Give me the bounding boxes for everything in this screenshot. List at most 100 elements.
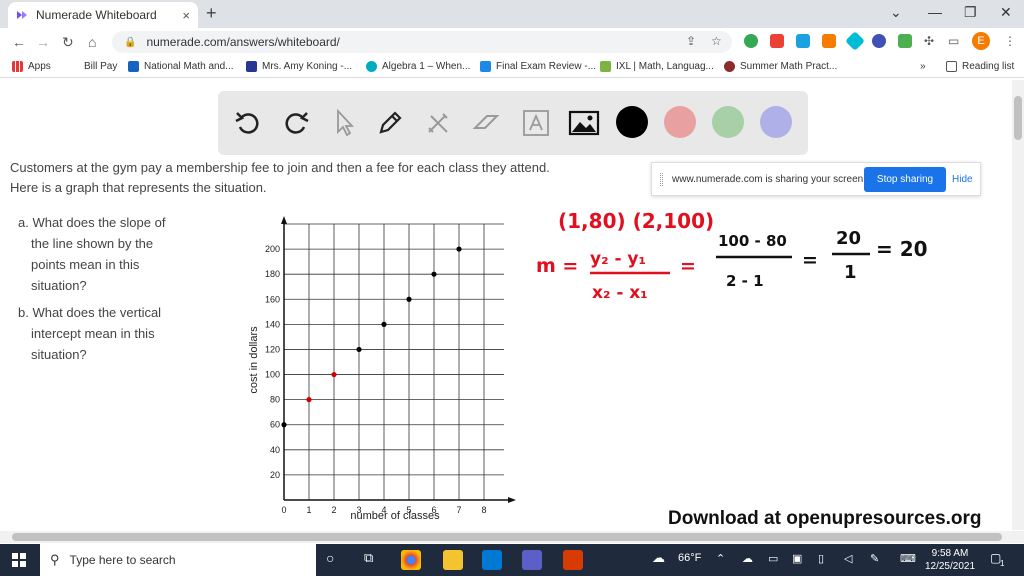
weather-icon[interactable]: ☁	[652, 550, 665, 566]
x-axis-label: number of classes	[350, 510, 440, 522]
x-tick-label: 8	[481, 505, 486, 515]
task-view-icon[interactable]: ⧉	[364, 550, 373, 566]
tab-numerade-whiteboard[interactable]: Numerade Whiteboard ×	[8, 2, 198, 28]
extension-icon[interactable]	[744, 34, 758, 48]
weather-temp[interactable]: 66°F	[678, 552, 701, 564]
bookmark-national-math[interactable]: National Math and...	[128, 61, 234, 72]
data-point	[431, 271, 437, 277]
hide-button[interactable]: Hide	[952, 174, 973, 185]
address-bar[interactable]: 🔒 numerade.com/answers/whiteboard/	[112, 31, 732, 53]
undo-icon[interactable]	[230, 105, 266, 141]
vertical-scrollbar[interactable]	[1012, 80, 1024, 530]
windows-start-icon[interactable]	[12, 553, 26, 567]
store-icon[interactable]	[482, 550, 502, 570]
chrome-icon[interactable]	[401, 550, 421, 570]
bookmark-mrs-koning[interactable]: Mrs. Amy Koning -...	[246, 61, 352, 72]
reload-icon[interactable]: ↻	[62, 34, 74, 51]
question-b-line: intercept mean in this	[31, 326, 155, 341]
menu-kebab-icon[interactable]: ⋮	[1004, 34, 1016, 48]
simplified-numerator: 20	[836, 228, 861, 249]
taskbar-search[interactable]: ⚲ Type here to search	[40, 544, 316, 576]
extension-icon[interactable]	[898, 34, 912, 48]
y-tick-label: 140	[265, 319, 280, 329]
cortana-icon[interactable]: ○	[326, 550, 334, 566]
volume-icon[interactable]: ◁	[844, 552, 852, 565]
teams-icon[interactable]	[522, 550, 542, 570]
share-icon[interactable]: ⇪	[686, 34, 696, 48]
bookmark-bill-pay[interactable]: Bill Pay	[84, 61, 117, 72]
x-tick-label: 1	[306, 505, 311, 515]
tab-close-icon[interactable]: ×	[182, 8, 190, 23]
data-points	[281, 246, 462, 428]
close-window-icon[interactable]: ✕	[1000, 4, 1012, 21]
display-icon[interactable]: ▣	[792, 552, 802, 565]
bookmark-apps[interactable]: Apps	[12, 61, 51, 72]
reading-list[interactable]: Reading list	[946, 61, 1014, 72]
minimize-icon[interactable]: —	[928, 4, 942, 20]
chart-grid	[283, 223, 504, 501]
bookmark-algebra-1[interactable]: Algebra 1 – When...	[366, 61, 470, 72]
restore-icon[interactable]: ❐	[964, 4, 977, 21]
eraser-icon[interactable]	[468, 105, 504, 141]
pointer-icon[interactable]	[326, 105, 362, 141]
handwritten-work: (1,80) (2,100) m = y₂ - y₁ x₂ - x₁ = 100…	[536, 209, 928, 303]
reading-list-icon	[946, 61, 957, 72]
pen-workspace-icon[interactable]: ✎	[870, 552, 879, 565]
bookmark-summer-math[interactable]: Summer Math Pract...	[724, 61, 837, 72]
drag-handle-icon[interactable]	[660, 173, 663, 186]
data-point	[406, 296, 412, 302]
horizontal-scrollbar[interactable]	[0, 531, 1024, 543]
back-icon[interactable]: ←	[12, 34, 26, 50]
problem-line-1: Customers at the gym pay a membership fe…	[10, 160, 550, 175]
forward-icon[interactable]: →	[36, 34, 50, 50]
home-icon[interactable]: ⌂	[88, 34, 96, 50]
bookmark-favicon-icon	[366, 61, 377, 72]
color-lavender-swatch[interactable]	[760, 106, 792, 138]
extension-icon[interactable]	[822, 34, 836, 48]
network-icon[interactable]: ▭	[768, 552, 778, 565]
numerade-logo-icon	[17, 11, 27, 19]
data-point	[356, 346, 362, 353]
avatar[interactable]: E	[972, 32, 990, 50]
chart-axes	[281, 216, 516, 503]
question-b-line: situation?	[31, 347, 87, 362]
y-tick-labels: 20 40 60 80 100 120 140 160 180 200	[265, 244, 280, 480]
y-tick-label: 160	[265, 294, 280, 304]
bookmark-ixl[interactable]: IXL | Math, Languag...	[600, 61, 714, 72]
extensions-puzzle-icon[interactable]: ✣	[924, 34, 934, 48]
text-icon[interactable]	[518, 105, 554, 141]
onedrive-icon[interactable]: ☁	[742, 552, 753, 565]
extension-icon[interactable]	[872, 34, 886, 48]
bookmark-final-exam[interactable]: Final Exam Review -...	[480, 61, 596, 72]
taskbar-clock[interactable]: 9:58 AM 12/25/2021	[920, 547, 980, 573]
color-green-swatch[interactable]	[712, 106, 744, 138]
battery-icon[interactable]: ▯	[818, 552, 824, 565]
image-icon[interactable]	[566, 105, 602, 141]
bookmarks-overflow[interactable]: »	[920, 61, 926, 72]
substituted-denominator: 2 - 1	[726, 272, 764, 290]
pen-icon[interactable]	[372, 105, 408, 141]
extension-icon[interactable]	[770, 34, 784, 48]
chevron-down-icon[interactable]: ⌄	[890, 4, 902, 21]
stop-sharing-button[interactable]: Stop sharing	[864, 167, 946, 192]
redo-icon[interactable]	[278, 105, 314, 141]
bookmark-star-icon[interactable]: ☆	[711, 34, 722, 48]
apps-grid-icon	[12, 61, 23, 72]
scrollbar-thumb[interactable]	[12, 533, 1002, 541]
color-pink-swatch[interactable]	[664, 106, 696, 138]
data-point	[306, 397, 312, 403]
cast-icon[interactable]: ▭	[948, 34, 959, 48]
keyboard-icon[interactable]: ⌨	[900, 552, 916, 565]
equals-sign: =	[680, 255, 696, 277]
color-black-swatch[interactable]	[616, 106, 648, 138]
chevron-up-icon[interactable]: ⌃	[716, 552, 725, 565]
question-b-line: b. What does the vertical	[18, 305, 162, 320]
tools-icon[interactable]	[420, 105, 456, 141]
extension-icon[interactable]	[796, 34, 810, 48]
scrollbar-thumb[interactable]	[1014, 96, 1022, 140]
new-tab-button[interactable]: +	[206, 3, 217, 24]
file-explorer-icon[interactable]	[443, 550, 463, 570]
x-tick-label: 7	[456, 505, 461, 515]
app-icon[interactable]	[563, 550, 583, 570]
y-tick-label: 100	[265, 370, 280, 380]
